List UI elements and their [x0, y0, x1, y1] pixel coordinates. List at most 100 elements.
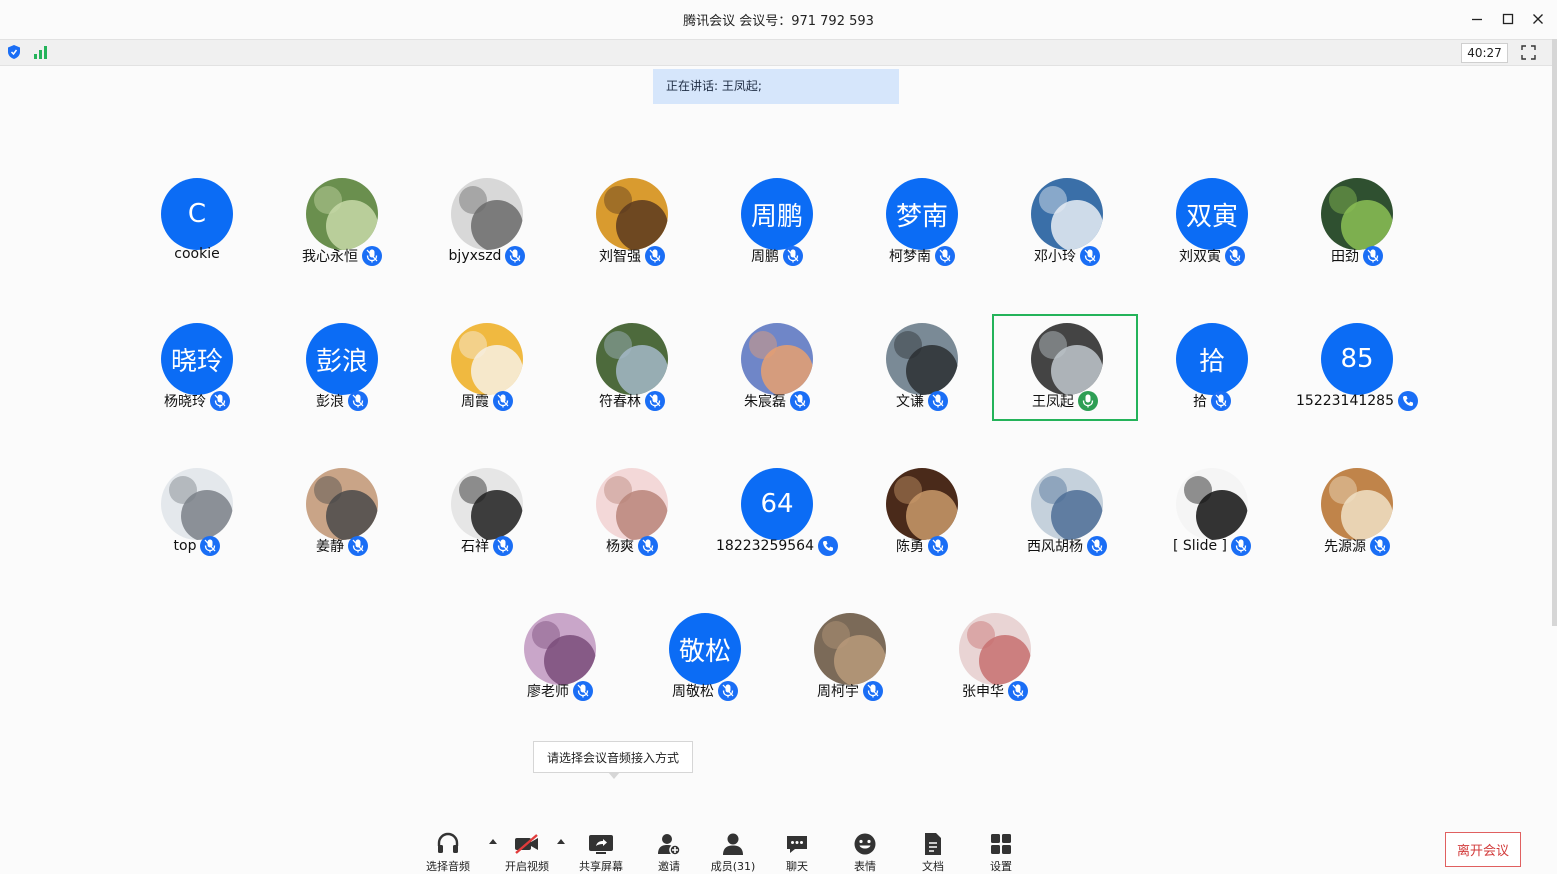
- participant-name: 刘双寅: [1179, 249, 1221, 265]
- chat-button[interactable]: 聊天: [767, 830, 827, 874]
- participant-name: 杨爽: [606, 539, 634, 555]
- participant-tile[interactable]: 周鹏 周鹏: [704, 171, 850, 278]
- video-options-caret[interactable]: [557, 839, 565, 844]
- participant-name-row: 西风胡杨: [994, 536, 1140, 556]
- participant-tile[interactable]: 梦南 柯梦南: [849, 171, 995, 278]
- participant-name: 周柯宇: [817, 684, 859, 700]
- participant-name-row: 周鹏: [704, 246, 850, 266]
- audio-button[interactable]: 选择音频: [418, 830, 478, 874]
- participant-tile[interactable]: 杨爽: [559, 461, 705, 568]
- participant-tile[interactable]: 周柯宇: [777, 606, 923, 713]
- video-label: 开启视频: [505, 860, 549, 873]
- mic-muted-icon: [863, 681, 883, 701]
- participant-name-row: top: [124, 536, 270, 556]
- participant-tile[interactable]: 廖老师: [487, 606, 633, 713]
- mic-muted-icon: [200, 536, 221, 556]
- participant-tile[interactable]: 西风胡杨: [994, 461, 1140, 568]
- meeting-info-bar: 40:27: [0, 39, 1552, 66]
- avatar: C: [161, 178, 233, 250]
- participant-tile[interactable]: 邓小玲: [994, 171, 1140, 278]
- mic-muted-icon: [645, 246, 665, 266]
- mic-muted-icon: [783, 246, 803, 266]
- avatar: [451, 468, 523, 540]
- participant-name-row: [ Slide ]: [1139, 536, 1285, 556]
- scrollbar[interactable]: [1552, 39, 1557, 626]
- participant-tile[interactable]: [ Slide ]: [1139, 461, 1285, 568]
- participant-tile[interactable]: 朱宸磊: [704, 316, 850, 423]
- avatar: 敬松: [669, 613, 741, 685]
- participant-name: 刘智强: [599, 249, 641, 265]
- mic-muted-icon: [1225, 246, 1245, 266]
- leave-meeting-button[interactable]: 离开会议: [1445, 832, 1521, 867]
- close-button[interactable]: [1524, 6, 1552, 32]
- participant-tile[interactable]: 彭浪 彭浪: [269, 316, 415, 423]
- avatar: 晓玲: [161, 323, 233, 395]
- participant-tile[interactable]: 双寅 刘双寅: [1139, 171, 1285, 278]
- participant-tile[interactable]: 姜静: [269, 461, 415, 568]
- participant-tile[interactable]: 刘智强: [559, 171, 705, 278]
- participant-tile[interactable]: 64 18223259564: [704, 461, 850, 568]
- participant-name-row: 朱宸磊: [704, 391, 850, 411]
- participant-name-row: 15223141285: [1284, 391, 1430, 411]
- participant-name: 周敬松: [672, 684, 714, 700]
- members-button[interactable]: 成员(31): [703, 830, 763, 874]
- participant-tile[interactable]: Ccookie: [124, 171, 270, 278]
- participant-name-row: 姜静: [269, 536, 415, 556]
- avatar: [959, 613, 1031, 685]
- participant-tile[interactable]: 敬松 周敬松: [632, 606, 778, 713]
- avatar: 拾: [1176, 323, 1248, 395]
- share-screen-button[interactable]: 共享屏幕: [571, 830, 631, 874]
- participant-tile[interactable]: 晓玲 杨晓玲: [124, 316, 270, 423]
- maximize-icon: [1502, 13, 1514, 25]
- maximize-button[interactable]: [1494, 6, 1522, 32]
- signal-icon[interactable]: [33, 45, 49, 59]
- participant-tile[interactable]: 陈勇: [849, 461, 995, 568]
- avatar: [1321, 178, 1393, 250]
- avatar: 双寅: [1176, 178, 1248, 250]
- mic-muted-icon: [935, 246, 955, 266]
- avatar: 64: [741, 468, 813, 540]
- participant-tile[interactable]: 符春林: [559, 316, 705, 423]
- minimize-button[interactable]: [1463, 6, 1491, 32]
- participant-tile[interactable]: 先源源: [1284, 461, 1430, 568]
- participant-tile[interactable]: 我心永恒: [269, 171, 415, 278]
- documents-button[interactable]: 文档: [903, 830, 963, 874]
- participant-tile[interactable]: bjyxszd: [414, 171, 560, 278]
- avatar: [814, 613, 886, 685]
- share-screen-icon: [589, 835, 613, 854]
- participant-name: cookie: [174, 246, 220, 262]
- mic-muted-icon: [718, 681, 738, 701]
- avatar: [886, 468, 958, 540]
- participant-tile[interactable]: top: [124, 461, 270, 568]
- participant-tile[interactable]: 文谦: [849, 316, 995, 423]
- participant-tile[interactable]: 田劲: [1284, 171, 1430, 278]
- participant-name-row: cookie: [124, 246, 270, 262]
- chat-icon: [787, 836, 807, 853]
- participant-tile[interactable]: 85 15223141285: [1284, 316, 1430, 423]
- avatar: [306, 178, 378, 250]
- fullscreen-icon[interactable]: [1521, 45, 1536, 60]
- emoji-button[interactable]: 表情: [835, 830, 895, 874]
- participant-name-row: 周柯宇: [777, 681, 923, 701]
- audio-options-caret[interactable]: [489, 839, 497, 844]
- avatar-initials: 拾: [1198, 346, 1225, 377]
- shield-icon[interactable]: [6, 44, 22, 60]
- participant-tile[interactable]: 王凤起: [992, 314, 1138, 421]
- invite-button[interactable]: 邀请: [639, 830, 699, 874]
- settings-button[interactable]: 设置: [971, 830, 1031, 874]
- speaking-indicator: 正在讲话: 王凤起;: [653, 69, 899, 104]
- video-button[interactable]: 开启视频: [497, 830, 557, 874]
- participant-name: 符春林: [599, 394, 641, 410]
- participant-tile[interactable]: 拾拾: [1139, 316, 1285, 423]
- participant-name: 先源源: [1324, 539, 1366, 555]
- participant-tile[interactable]: 周霞: [414, 316, 560, 423]
- mic-muted-icon: [1080, 246, 1100, 266]
- avatar: [741, 323, 813, 395]
- audio-tooltip: 请选择会议音频接入方式: [533, 741, 693, 773]
- participant-name-row: 刘双寅: [1139, 246, 1285, 266]
- participant-name: 陈勇: [896, 539, 924, 555]
- participant-tile[interactable]: 石祥: [414, 461, 560, 568]
- participant-tile[interactable]: 张申华: [922, 606, 1068, 713]
- emoji-label: 表情: [854, 860, 876, 873]
- participant-name: 文谦: [896, 394, 924, 410]
